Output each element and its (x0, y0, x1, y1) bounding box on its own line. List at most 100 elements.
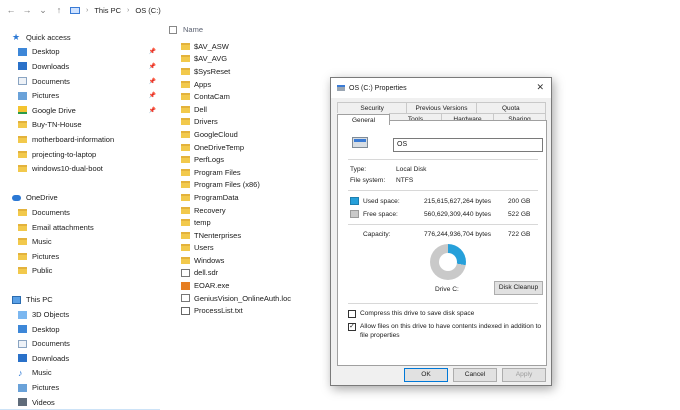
sidebar-item[interactable]: Desktop 📌 (0, 45, 160, 60)
file-list-item[interactable]: Program Files (167, 166, 347, 179)
sidebar-item[interactable]: Videos (0, 395, 160, 410)
compress-drive-label[interactable]: Compress this drive to save disk space (360, 310, 474, 317)
sidebar-item[interactable]: This PC (0, 293, 160, 308)
file-list-item[interactable]: ProgramData (167, 191, 347, 204)
videos-icon (18, 398, 27, 407)
tab-previous-versions[interactable]: Previous Versions (406, 102, 477, 113)
sidebar-item-label: motherboard-information (32, 134, 115, 144)
close-icon[interactable]: ✕ (536, 82, 544, 93)
folder-icon (181, 67, 190, 75)
sidebar-item-label: Documents (32, 76, 70, 86)
up-arrow-icon[interactable]: ↑ (54, 5, 64, 15)
sidebar-item[interactable]: Downloads (0, 351, 160, 366)
list-header: Name (167, 22, 347, 37)
forward-arrow-icon[interactable]: → (22, 5, 32, 15)
file-list-item[interactable]: Recovery (167, 204, 347, 217)
file-name: ProgramData (194, 192, 239, 202)
compress-drive-checkbox[interactable] (348, 310, 356, 318)
sidebar-item[interactable]: OneDrive (0, 191, 160, 206)
allow-indexing-label[interactable]: Allow files on this drive to have conten… (360, 323, 542, 340)
ok-button[interactable]: OK (404, 368, 448, 382)
navigation-pane: ★ Quick access Desktop 📌 Downloads 📌 Documents… (0, 30, 160, 410)
documents-icon (18, 77, 27, 86)
sidebar-item[interactable]: motherboard-information (0, 132, 160, 147)
recent-locations-chevron-icon[interactable]: ⌄ (38, 5, 48, 16)
sidebar-item-label: windows10-dual-boot (32, 164, 103, 174)
sidebar-item[interactable]: Music (0, 234, 160, 249)
sidebar-item[interactable]: Documents (0, 205, 160, 220)
folder-icon (181, 130, 190, 138)
file-list-item[interactable]: OneDriveTemp (167, 141, 347, 154)
allow-indexing-checkbox[interactable]: ✓ (348, 323, 356, 331)
sidebar-item[interactable]: ♪ Music (0, 366, 160, 381)
file-list-item[interactable]: PerfLogs (167, 153, 347, 166)
capacity-bytes: 776,244,936,704 bytes (424, 231, 492, 238)
file-list-item[interactable]: Dell (167, 103, 347, 116)
folder-icon (181, 219, 190, 227)
sidebar-item[interactable]: Pictures (0, 380, 160, 395)
file-list-item[interactable]: EOAR.exe (167, 279, 347, 292)
breadcrumb-os-c[interactable]: OS (C:) (135, 6, 160, 15)
sidebar-item[interactable]: Pictures (0, 249, 160, 264)
file-list-item[interactable]: ContaCam (167, 90, 347, 103)
drive-name-field[interactable]: OS (393, 138, 543, 152)
sidebar-item[interactable]: Buy-TN-House (0, 118, 160, 133)
file-name: GoogleCloud (194, 129, 238, 139)
used-space-gb: 200 GB (508, 198, 531, 205)
file-list-item[interactable]: dell.sdr (167, 267, 347, 280)
disk-cleanup-button[interactable]: Disk Cleanup (494, 281, 543, 295)
sidebar-item[interactable]: Email attachments (0, 220, 160, 235)
file-list-item[interactable]: GoogleCloud (167, 128, 347, 141)
sidebar-item[interactable]: Downloads 📌 (0, 59, 160, 74)
file-list-item[interactable]: temp (167, 216, 347, 229)
breadcrumb-this-pc[interactable]: This PC (94, 6, 121, 15)
sidebar-item[interactable]: windows10-dual-boot (0, 161, 160, 176)
sidebar-item[interactable]: 3D Objects (0, 307, 160, 322)
file-list-item[interactable]: Drivers (167, 116, 347, 129)
file-list-item[interactable]: $AV_ASW (167, 40, 347, 53)
file-list-item[interactable]: GeniusVision_OnlineAuth.loc (167, 292, 347, 305)
file-list-item[interactable]: Apps (167, 78, 347, 91)
free-space-swatch (350, 210, 359, 218)
sidebar-item-label: OneDrive (26, 193, 58, 203)
apply-button[interactable]: Apply (502, 368, 546, 382)
file-name: dell.sdr (194, 268, 219, 278)
back-arrow-icon[interactable]: ← (6, 5, 16, 15)
sidebar-item-label: Pictures (32, 251, 60, 261)
sidebar-item[interactable]: projecting-to-laptop (0, 147, 160, 162)
documents-icon (18, 339, 27, 348)
free-space-gb: 522 GB (508, 211, 531, 218)
file-name: TNenterprises (194, 230, 242, 240)
divider (348, 159, 538, 160)
tab-general[interactable]: General (337, 114, 390, 125)
file-name: Users (194, 243, 214, 253)
folder-icon (18, 165, 27, 173)
sidebar-item[interactable]: Documents 📌 (0, 74, 160, 89)
file-list-item[interactable]: ProcessList.txt (167, 304, 347, 317)
file-list-item[interactable]: Users (167, 242, 347, 255)
folder-icon (181, 231, 190, 239)
sidebar-item-label: Public (32, 266, 53, 276)
select-all-checkbox[interactable] (169, 25, 177, 34)
file-list-item[interactable]: Program Files (x86) (167, 179, 347, 192)
file-list-item[interactable]: Windows (167, 254, 347, 267)
sidebar-item[interactable]: Google Drive 📌 (0, 103, 160, 118)
sidebar-item-label: Music (32, 237, 52, 247)
used-space-swatch (350, 197, 359, 205)
sidebar-item[interactable]: Documents (0, 336, 160, 351)
cancel-button[interactable]: Cancel (453, 368, 497, 382)
name-column-header[interactable]: Name (183, 25, 203, 34)
sidebar-item[interactable]: Desktop (0, 322, 160, 337)
sidebar-item[interactable]: ★ Quick access (0, 30, 160, 45)
tab-quota[interactable]: Quota (475, 102, 546, 113)
tab-security[interactable]: Security (337, 102, 408, 113)
file-list-item[interactable]: TNenterprises (167, 229, 347, 242)
sidebar-item[interactable]: Public (0, 264, 160, 279)
file-list-item[interactable]: $SysReset (167, 65, 347, 78)
sidebar-item[interactable]: Pictures 📌 (0, 88, 160, 103)
sidebar-item-label: Documents (32, 339, 70, 349)
folder-icon (18, 252, 27, 260)
free-space-label: Free space: (363, 211, 398, 218)
file-list-item[interactable]: $AV_AVG (167, 53, 347, 66)
